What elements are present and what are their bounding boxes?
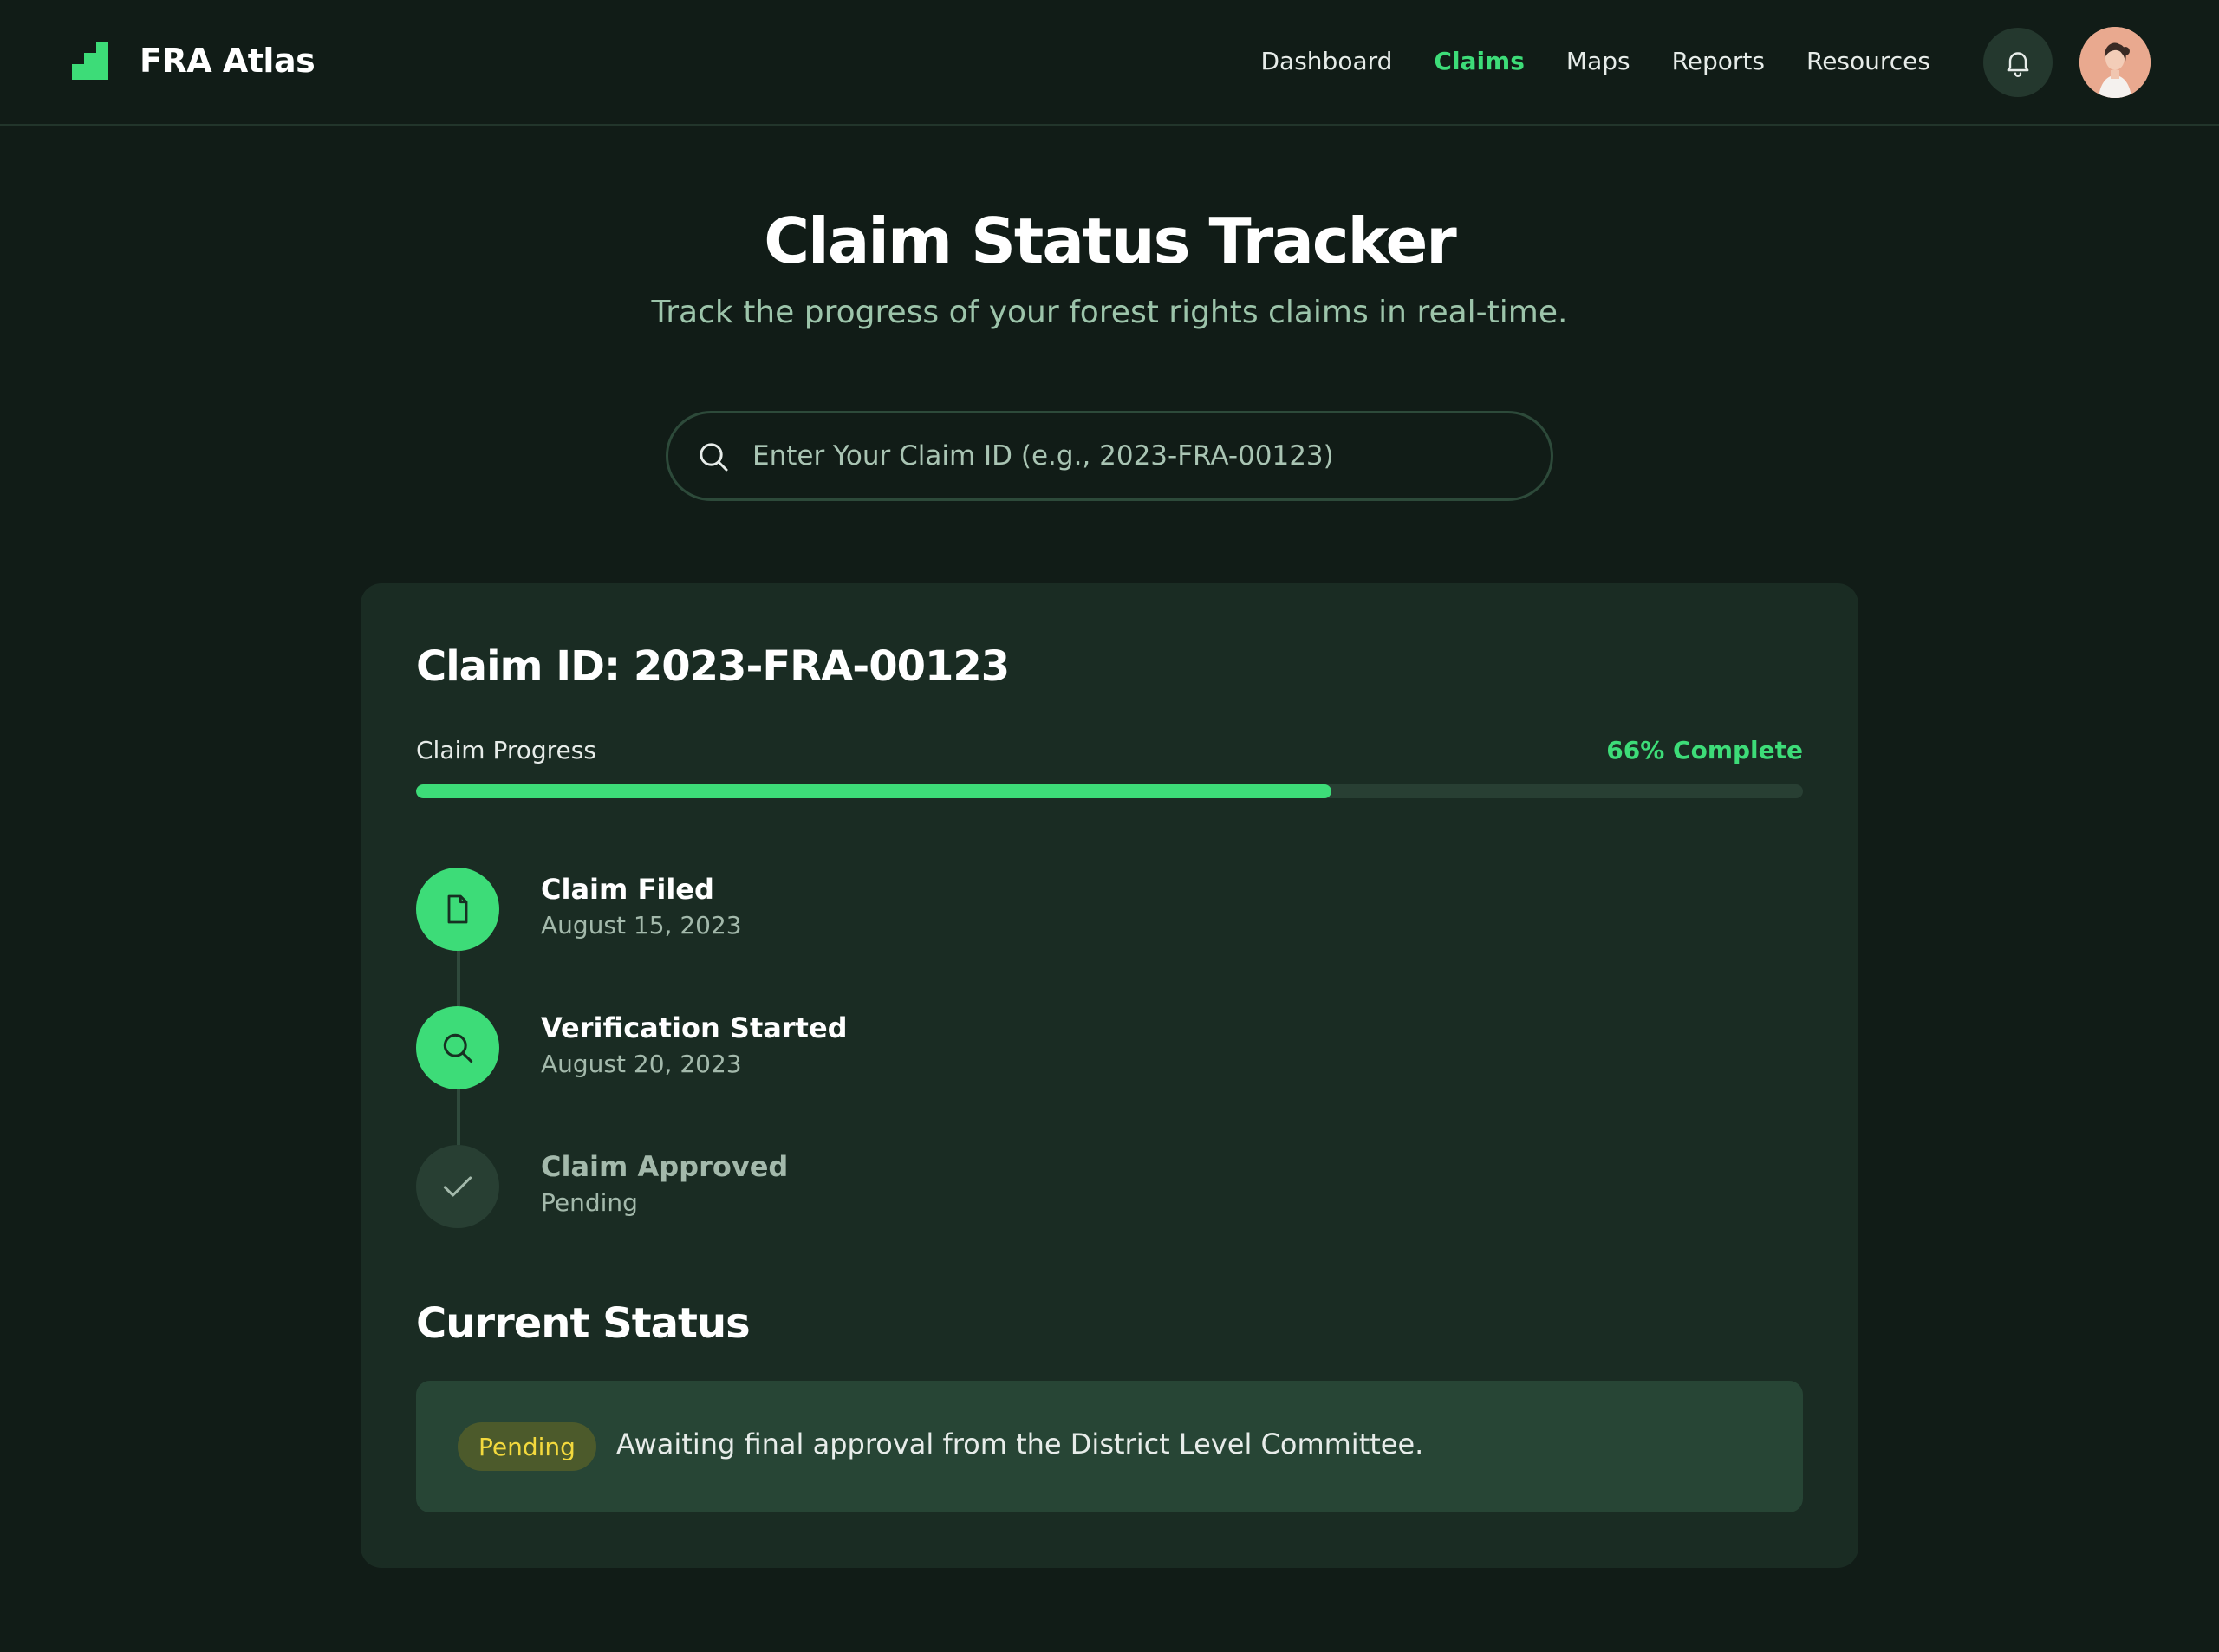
timeline-step-claim-filed: Claim Filed August 15, 2023 <box>416 868 1283 951</box>
nav-item-reports[interactable]: Reports <box>1672 47 1765 75</box>
current-status-heading: Current Status <box>416 1299 751 1348</box>
step-status-circle <box>416 1006 499 1089</box>
step-status-circle <box>416 1145 499 1228</box>
progress-percent: 66% Complete <box>1606 736 1803 764</box>
step-date: Pending <box>541 1188 638 1217</box>
check-icon <box>443 1176 472 1197</box>
step-title: Verification Started <box>541 1011 848 1044</box>
avatar-portrait <box>2079 27 2151 98</box>
timeline-connector <box>457 1089 460 1145</box>
claim-status-card: Claim ID: 2023-FRA-00123 Claim Progress … <box>361 583 1858 1568</box>
page-subtitle: Track the progress of your forest rights… <box>651 295 1568 330</box>
claim-id-input[interactable] <box>752 413 1532 498</box>
status-message: Awaiting final approval from the Distric… <box>616 1428 1424 1460</box>
stairs-logo-icon <box>72 42 108 80</box>
current-status-box: Pending Awaiting final approval from the… <box>416 1381 1803 1512</box>
nav-item-maps[interactable]: Maps <box>1566 47 1630 75</box>
document-icon <box>447 894 468 924</box>
brand[interactable]: FRA Atlas <box>72 42 316 80</box>
claim-search-bar[interactable] <box>666 411 1553 501</box>
nav-item-dashboard[interactable]: Dashboard <box>1261 47 1393 75</box>
notifications-button[interactable] <box>1983 28 2053 97</box>
step-date: August 15, 2023 <box>541 911 742 940</box>
bell-icon <box>2007 52 2029 77</box>
nav-item-claims[interactable]: Claims <box>1434 47 1524 75</box>
step-title: Claim Approved <box>541 1150 789 1183</box>
user-avatar[interactable] <box>2079 27 2151 98</box>
timeline-connector <box>457 951 460 1006</box>
status-badge: Pending <box>458 1422 596 1471</box>
progress-label: Claim Progress <box>416 736 596 764</box>
step-status-circle <box>416 868 499 951</box>
top-nav-bar: FRA Atlas Dashboard Claims Maps Reports … <box>0 0 2219 126</box>
main-nav: Dashboard Claims Maps Reports Resources <box>1261 42 1931 80</box>
brand-name: FRA Atlas <box>140 42 316 80</box>
claim-id-heading: Claim ID: 2023-FRA-00123 <box>416 642 1010 691</box>
step-title: Claim Filed <box>541 873 714 906</box>
progress-bar <box>416 784 1803 798</box>
search-icon <box>443 1033 473 1063</box>
nav-item-resources[interactable]: Resources <box>1806 47 1930 75</box>
step-date: August 20, 2023 <box>541 1050 742 1078</box>
search-icon <box>700 443 728 472</box>
timeline-step-verification-started: Verification Started August 20, 2023 <box>416 1006 1283 1089</box>
page-title: Claim Status Tracker <box>764 205 1457 277</box>
timeline-step-claim-approved: Claim Approved Pending <box>416 1145 1283 1228</box>
progress-bar-fill <box>416 784 1331 798</box>
